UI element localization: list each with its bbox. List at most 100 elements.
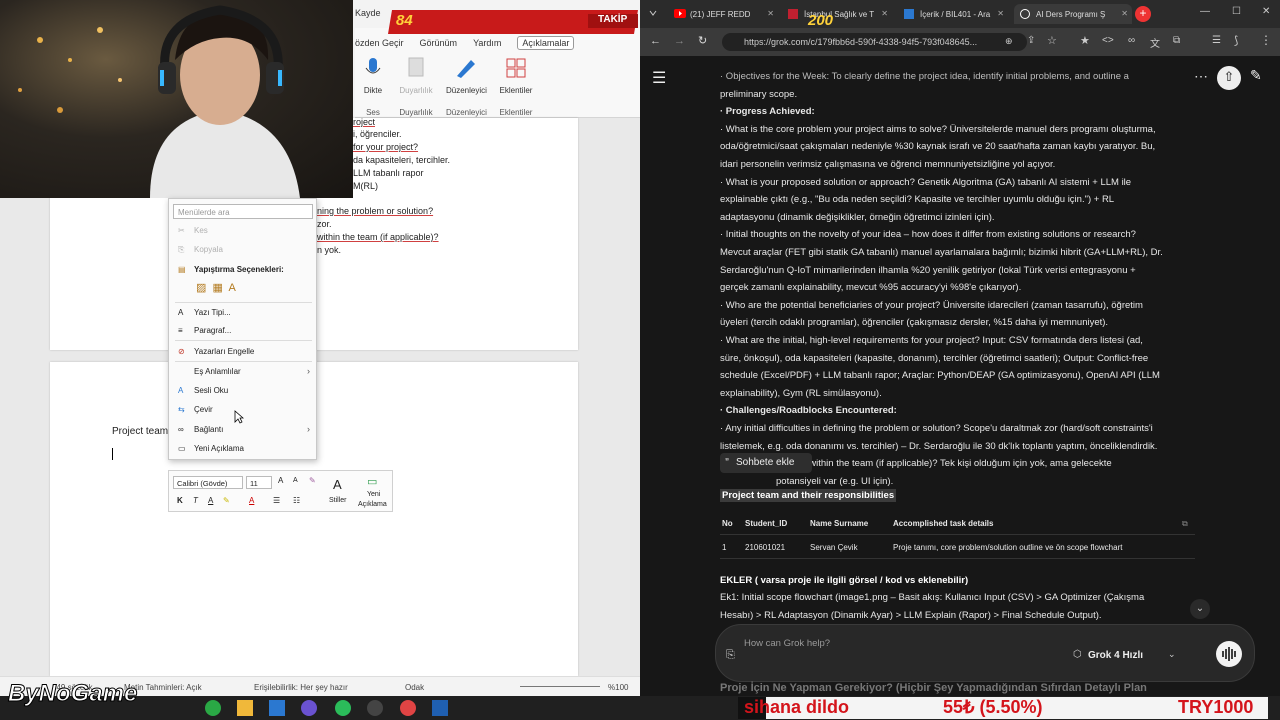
font-size-select[interactable]: 11 <box>246 476 272 489</box>
focus-mode[interactable]: Odak <box>405 683 424 692</box>
zoom-icon[interactable]: ⊕ <box>1005 36 1013 47</box>
zoom-slider[interactable] <box>520 686 600 687</box>
copy-table-icon[interactable]: ⧉ <box>1182 519 1188 529</box>
attach-icon[interactable]: ⎘ <box>726 649 735 662</box>
favorites-icon[interactable]: ★ <box>1080 34 1090 47</box>
styles-icon[interactable]: A <box>333 477 342 492</box>
paste-option-buttons[interactable]: ▨ ▦ A <box>196 281 256 297</box>
tab-youtube[interactable]: (21) JEFF REDD ✕ <box>668 4 778 24</box>
chevron-down-icon[interactable]: ⌄ <box>1168 649 1176 660</box>
forward-icon[interactable]: → <box>674 35 685 47</box>
link-icon[interactable]: ∞ <box>1128 35 1135 46</box>
address-bar[interactable]: https://grok.com/c/179fbb6d-590f-4338-94… <box>722 33 1027 51</box>
app-taskbar-icon[interactable] <box>301 700 317 716</box>
paste-text-only-icon[interactable]: A <box>228 282 235 294</box>
menu-item-read-aloud[interactable]: A Sesli Oku <box>169 382 316 400</box>
reload-icon[interactable]: ↻ <box>698 34 707 47</box>
addins-button[interactable]: Eklentiler Eklentiler <box>498 56 534 117</box>
maximize-icon[interactable]: ☐ <box>1232 6 1241 17</box>
highlight-icon[interactable]: ✎ <box>223 496 230 505</box>
dictate-button[interactable]: Dikte Ses <box>360 56 386 117</box>
styles-label[interactable]: Stiller <box>329 497 347 504</box>
tab-strip: (21) JEFF REDD ✕ İstanbul Sağlık ve T ✕ İç… <box>640 0 1280 28</box>
clear-format-icon[interactable]: ✎ <box>309 476 316 485</box>
word-active-taskbar-icon[interactable] <box>432 700 448 716</box>
back-icon[interactable]: ← <box>650 35 661 47</box>
youtube-icon <box>674 9 686 18</box>
zoom-level[interactable]: %100 <box>608 683 628 692</box>
obs-taskbar-icon[interactable] <box>367 700 383 716</box>
translate-icon[interactable]: 文 <box>1150 35 1160 50</box>
sensitivity-button[interactable]: Duyarlılık Duyarlılık <box>398 56 434 117</box>
menu-item-new-comment[interactable]: ▭ Yeni Açıklama <box>169 440 316 458</box>
new-comment-label-2[interactable]: Açıklama <box>358 501 387 508</box>
model-selector[interactable]: Grok 4 Hızlı <box>1088 650 1143 661</box>
devtools-icon[interactable]: <> <box>1102 35 1114 46</box>
new-comment-icon[interactable]: ▭ <box>367 475 377 488</box>
whatsapp-taskbar-icon[interactable] <box>335 700 351 716</box>
new-chat-icon[interactable]: ✎ <box>1250 67 1262 84</box>
underline-icon[interactable]: A <box>208 496 213 505</box>
close-icon[interactable]: ✕ <box>1121 9 1128 18</box>
share-icon[interactable]: ⇪ <box>1027 35 1035 46</box>
clipboard-icon: ▤ <box>178 265 186 274</box>
shrink-font-icon[interactable]: A <box>293 477 298 484</box>
menu-item-synonyms[interactable]: Eş Anlamlılar › <box>169 363 316 381</box>
profile-icon[interactable]: ⟆ <box>1234 34 1238 47</box>
tab-review[interactable]: özden Geçir <box>355 38 404 48</box>
new-comment-label-1[interactable]: Yeni <box>367 491 380 498</box>
hamburger-menu-icon[interactable]: ☰ <box>652 68 666 88</box>
tab-help[interactable]: Yardım <box>473 38 501 48</box>
tab-search-icon[interactable] <box>648 8 658 18</box>
font-color-icon[interactable]: A <box>249 496 254 505</box>
tab-view[interactable]: Görünüm <box>420 38 458 48</box>
comments-button[interactable]: Açıklamalar <box>517 36 575 50</box>
word-taskbar-icon[interactable] <box>269 700 285 716</box>
tab-bil401[interactable]: İçerik / BIL401 - Ara ✕ <box>898 4 1008 24</box>
webcam-overlay <box>0 0 353 198</box>
browser-taskbar-icon[interactable] <box>400 700 416 716</box>
numbering-icon[interactable]: ☷ <box>293 496 300 505</box>
chat-input[interactable]: How can Grok help? <box>744 638 830 649</box>
explorer-taskbar-icon[interactable] <box>237 700 253 716</box>
editor-label: Düzenleyici <box>446 86 487 95</box>
message-line: idari personelin verimsiz çalışmasına ve… <box>720 159 1056 170</box>
menu-search-input[interactable]: Menülerde ara <box>173 204 313 219</box>
close-window-icon[interactable]: ✕ <box>1262 6 1270 17</box>
minimize-icon[interactable]: — <box>1200 6 1210 17</box>
menu-item-paragraph[interactable]: ≡ Paragraf... <box>169 322 316 340</box>
new-tab-button[interactable]: + <box>1135 6 1151 22</box>
menu-item-cut[interactable]: ✂ Kes <box>169 222 316 240</box>
close-icon[interactable]: ✕ <box>881 9 888 18</box>
reading-list-icon[interactable]: ☰ <box>1212 35 1221 46</box>
menu-item-block-authors[interactable]: ⊘ Yazarları Engelle <box>169 343 316 361</box>
chrome-taskbar-icon[interactable] <box>205 700 221 716</box>
ribbon-tabs: özden Geçir Görünüm Yardım Açıklamalar <box>355 34 575 52</box>
italic-icon[interactable]: T <box>193 496 198 505</box>
extensions-icon[interactable]: ⧉ <box>1173 35 1180 46</box>
close-icon[interactable]: ✕ <box>767 9 774 18</box>
add-to-chat-button[interactable]: ❞ Sohbete ekle <box>720 453 812 473</box>
menu-item-font[interactable]: A Yazı Tipi... <box>169 304 316 322</box>
paste-merge-icon[interactable]: ▦ <box>213 282 223 294</box>
bookmark-star-icon[interactable]: ☆ <box>1047 34 1057 47</box>
menu-dots-icon[interactable]: ⋮ <box>1260 33 1272 47</box>
bold-icon[interactable]: K <box>177 496 183 505</box>
scroll-down-button[interactable]: ⌄ <box>1190 599 1210 619</box>
grow-font-icon[interactable]: A <box>278 476 283 485</box>
share-button[interactable]: ⇧ <box>1217 66 1241 90</box>
message-line: süre, önkoşul), oda kapasiteleri (kapasi… <box>720 352 1149 364</box>
editor-button[interactable]: Düzenleyici Düzenleyici <box>446 56 487 117</box>
close-icon[interactable]: ✕ <box>997 9 1004 18</box>
voice-mode-button[interactable] <box>1216 641 1242 667</box>
chat-composer[interactable]: ⎘ How can Grok help? ⬡ Grok 4 Hızlı ⌄ <box>715 624 1255 682</box>
font-family-select[interactable]: Calibri (Gövde) <box>173 476 243 489</box>
menu-item-copy[interactable]: ⎘ Kopyala <box>169 241 316 259</box>
paste-keep-format-icon[interactable]: ▨ <box>196 282 206 294</box>
bullets-icon[interactable]: ☰ <box>273 496 280 505</box>
menu-label: Yeni Açıklama <box>194 444 244 453</box>
tab-grok[interactable]: AI Ders Programı Ş ✕ <box>1014 4 1132 24</box>
accessibility-status[interactable]: Erişilebilirlik: Her şey hazır <box>254 683 348 692</box>
menu-label: Yapıştırma Seçenekleri: <box>194 265 284 274</box>
tab-istanbul[interactable]: İstanbul Sağlık ve T ✕ <box>782 4 892 24</box>
